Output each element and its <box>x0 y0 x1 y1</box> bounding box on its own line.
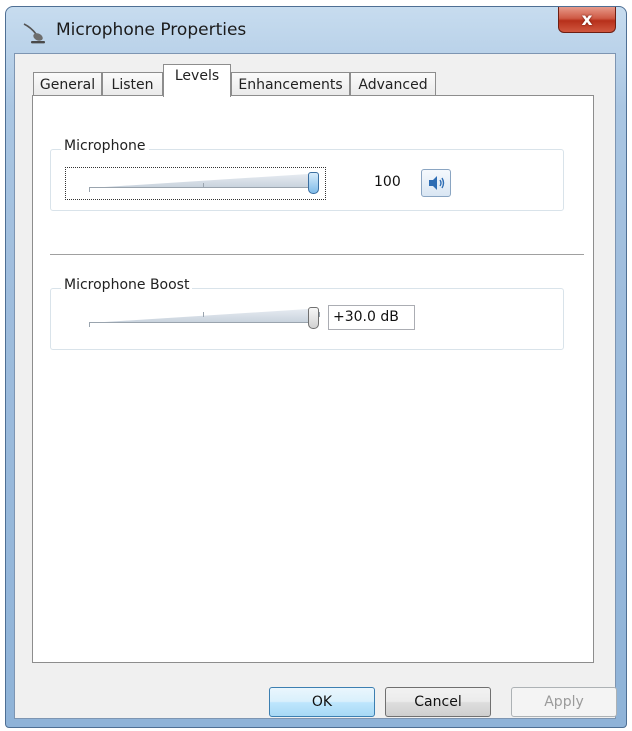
microphone-group: Microphone 100 <box>50 138 564 211</box>
mute-button[interactable] <box>421 169 451 197</box>
close-button[interactable]: x <box>558 7 616 33</box>
boost-value-field: +30.0 dB <box>328 305 415 330</box>
section-divider <box>50 254 584 255</box>
title-bar[interactable]: Microphone Properties x <box>6 7 626 53</box>
levels-panel: Microphone 100 Microphone Boost +30.0 dB <box>32 95 594 663</box>
boost-slider-thumb[interactable] <box>308 307 319 329</box>
apply-button[interactable]: Apply <box>511 687 617 717</box>
microphone-level-value: 100 <box>374 174 401 190</box>
boost-level-slider[interactable] <box>89 303 320 333</box>
tab-listen[interactable]: Listen <box>102 72 163 96</box>
microphone-slider-thumb[interactable] <box>308 172 319 194</box>
ok-button[interactable]: OK <box>269 687 375 717</box>
tab-enhancements[interactable]: Enhancements <box>231 72 350 96</box>
microphone-label: Microphone <box>61 138 149 154</box>
tab-general[interactable]: General <box>33 72 102 96</box>
close-icon: x <box>581 9 593 30</box>
tab-advanced[interactable]: Advanced <box>350 72 436 96</box>
microphone-level-slider[interactable] <box>89 168 319 198</box>
dialog-body: General Listen Levels Enhancements Advan… <box>14 53 617 719</box>
microphone-icon <box>23 23 45 44</box>
dialog-window: Microphone Properties x General Listen L… <box>5 6 627 728</box>
boost-group: Microphone Boost +30.0 dB <box>50 277 564 350</box>
cancel-button[interactable]: Cancel <box>385 687 491 717</box>
window-title: Microphone Properties <box>56 20 247 40</box>
boost-label: Microphone Boost <box>61 277 193 293</box>
tab-levels[interactable]: Levels <box>163 64 231 97</box>
speaker-icon <box>429 176 445 190</box>
